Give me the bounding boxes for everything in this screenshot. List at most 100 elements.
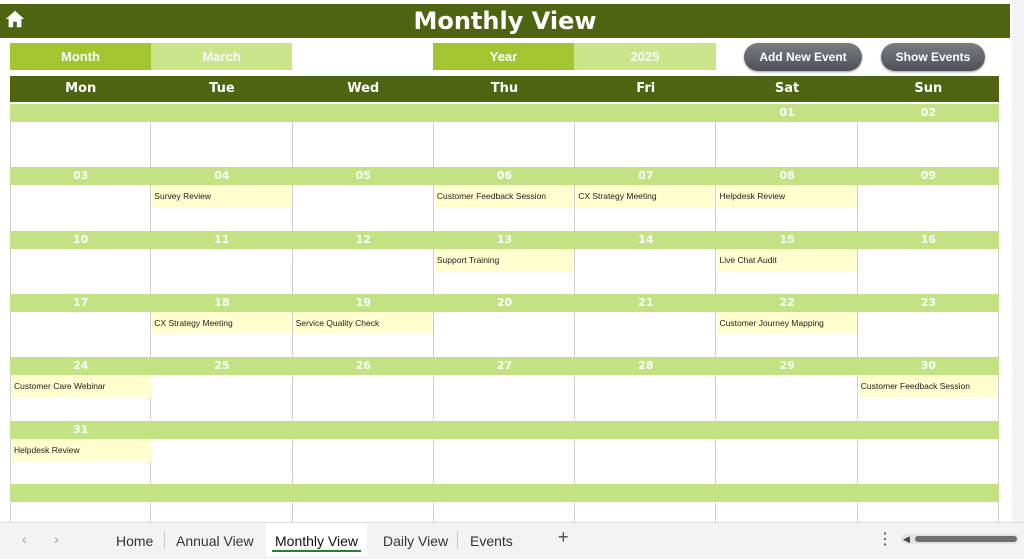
day-cell[interactable] [717, 438, 858, 484]
day-cell[interactable] [10, 185, 152, 231]
event-entry[interactable]: Customer Journey Mapping [717, 311, 857, 334]
day-cell[interactable] [575, 501, 717, 522]
day-cells [10, 501, 1000, 522]
day-cell[interactable] [434, 311, 576, 358]
event-entry[interactable]: Service Quality Check [293, 311, 433, 334]
day-cell[interactable]: Customer Care Webinar [10, 375, 152, 421]
day-cell[interactable]: Helpdesk Review [10, 438, 152, 484]
day-cell[interactable] [858, 122, 1000, 168]
day-cell[interactable] [717, 501, 858, 522]
day-cell[interactable] [434, 375, 576, 421]
date-number: 03 [72, 169, 89, 183]
day-cell[interactable] [858, 501, 1000, 522]
day-cell[interactable] [293, 375, 434, 421]
event-entry[interactable]: CX Strategy Meeting [576, 185, 716, 208]
day-cell[interactable] [717, 375, 858, 421]
event-entry[interactable]: CX Strategy Meeting [152, 311, 292, 334]
calendar-week-row: 24 25 26 27 28 29 30 Customer Care Webinar Custo… [10, 357, 1000, 421]
tab-divider [164, 531, 165, 549]
day-cell[interactable]: Helpdesk Review [717, 185, 858, 231]
day-cell[interactable]: CX Strategy Meeting [151, 311, 293, 358]
weekday-header: Mon Tue Wed Thu Fri Sat Sun [10, 76, 999, 102]
home-icon[interactable] [4, 8, 26, 30]
event-entry[interactable]: Live Chat Audit [717, 248, 857, 271]
day-cell[interactable] [10, 248, 152, 294]
day-cell[interactable] [293, 438, 434, 484]
day-cell[interactable] [858, 438, 1000, 484]
day-cell[interactable]: Live Chat Audit [717, 248, 858, 294]
day-cell[interactable]: Service Quality Check [293, 311, 434, 358]
show-events-button[interactable]: Show Events [881, 43, 985, 71]
day-cell[interactable] [293, 122, 434, 168]
day-cell[interactable] [575, 248, 717, 294]
day-cell[interactable] [717, 122, 858, 168]
chevron-right-icon[interactable]: › [54, 531, 59, 547]
event-entry[interactable]: Customer Feedback Session [858, 375, 999, 398]
date-number: 26 [355, 359, 371, 373]
tab-label: Monthly View [275, 533, 359, 549]
chevron-left-icon[interactable]: ‹ [22, 531, 27, 547]
date-number: 22 [779, 295, 795, 309]
tab-daily-view[interactable]: Daily View [375, 523, 456, 556]
day-cell[interactable] [151, 122, 293, 168]
date-number: 11 [214, 232, 230, 246]
day-cells: CX Strategy Meeting Service Quality Check… [10, 311, 1000, 358]
plus-icon[interactable]: + [558, 527, 569, 548]
day-cell[interactable]: Customer Feedback Session [858, 375, 1000, 421]
scroll-left-icon[interactable]: ◀ [903, 534, 910, 544]
day-cell[interactable] [151, 248, 293, 294]
day-cell[interactable] [10, 122, 152, 168]
day-cell[interactable] [858, 248, 1000, 294]
sheet-margin [1012, 0, 1024, 522]
date-number: 02 [920, 106, 937, 119]
day-cell[interactable] [575, 438, 717, 484]
day-cell[interactable]: CX Strategy Meeting [575, 185, 717, 231]
add-new-event-button[interactable]: Add New Event [744, 43, 862, 71]
tab-monthly-view[interactable]: Monthly View [266, 523, 368, 556]
day-cell[interactable] [434, 501, 576, 522]
event-entry[interactable]: Customer Care Webinar [12, 375, 152, 398]
day-cell[interactable] [10, 501, 152, 522]
day-cells: Helpdesk Review [10, 438, 1000, 484]
event-entry[interactable]: Customer Feedback Session [434, 185, 575, 208]
day-cell[interactable] [858, 185, 1000, 231]
day-cell[interactable]: Customer Feedback Session [434, 185, 576, 231]
event-entry[interactable]: Helpdesk Review [717, 185, 857, 208]
date-number [434, 484, 575, 502]
day-cell[interactable] [575, 122, 717, 168]
date-number: 15 [779, 232, 795, 246]
tab-events[interactable]: Events [462, 523, 521, 556]
day-cell[interactable]: Customer Journey Mapping [717, 311, 858, 358]
date-number: 25 [214, 359, 230, 373]
date-number [717, 484, 858, 502]
day-cell[interactable] [293, 501, 434, 522]
month-select[interactable]: March [151, 43, 292, 70]
day-cell[interactable] [575, 375, 717, 421]
date-number [434, 421, 575, 439]
day-cell[interactable] [293, 185, 434, 231]
day-cell[interactable]: Survey Review [151, 185, 293, 231]
day-cell[interactable] [575, 311, 717, 358]
scrollbar-thumb[interactable] [915, 536, 1017, 542]
horizontal-scrollbar[interactable]: ◀ [901, 534, 1019, 544]
day-cell[interactable] [858, 311, 1000, 358]
day-cell[interactable] [151, 438, 293, 484]
date-number [293, 421, 434, 439]
event-entry[interactable]: Survey Review [152, 185, 292, 208]
date-number: 07 [638, 169, 654, 183]
year-select[interactable]: 2025 [574, 43, 716, 70]
day-cell[interactable] [151, 501, 293, 522]
calendar-grid: 01 02 03 04 05 06 07 08 09 Survey Review Customer … [10, 104, 1000, 522]
tab-annual-view[interactable]: Annual View [168, 523, 262, 556]
event-entry[interactable]: Helpdesk Review [12, 438, 152, 461]
day-cell[interactable] [10, 311, 152, 358]
date-number: 12 [355, 232, 371, 246]
day-cell[interactable] [434, 122, 576, 168]
more-vertical-icon[interactable]: ⋮ [877, 529, 893, 549]
day-cell[interactable] [151, 375, 293, 421]
day-cell[interactable]: Support Training [434, 248, 576, 294]
event-entry[interactable]: Support Training [434, 248, 575, 271]
tab-home[interactable]: Home [108, 523, 161, 556]
day-cell[interactable] [293, 248, 434, 294]
day-cell[interactable] [434, 438, 576, 484]
